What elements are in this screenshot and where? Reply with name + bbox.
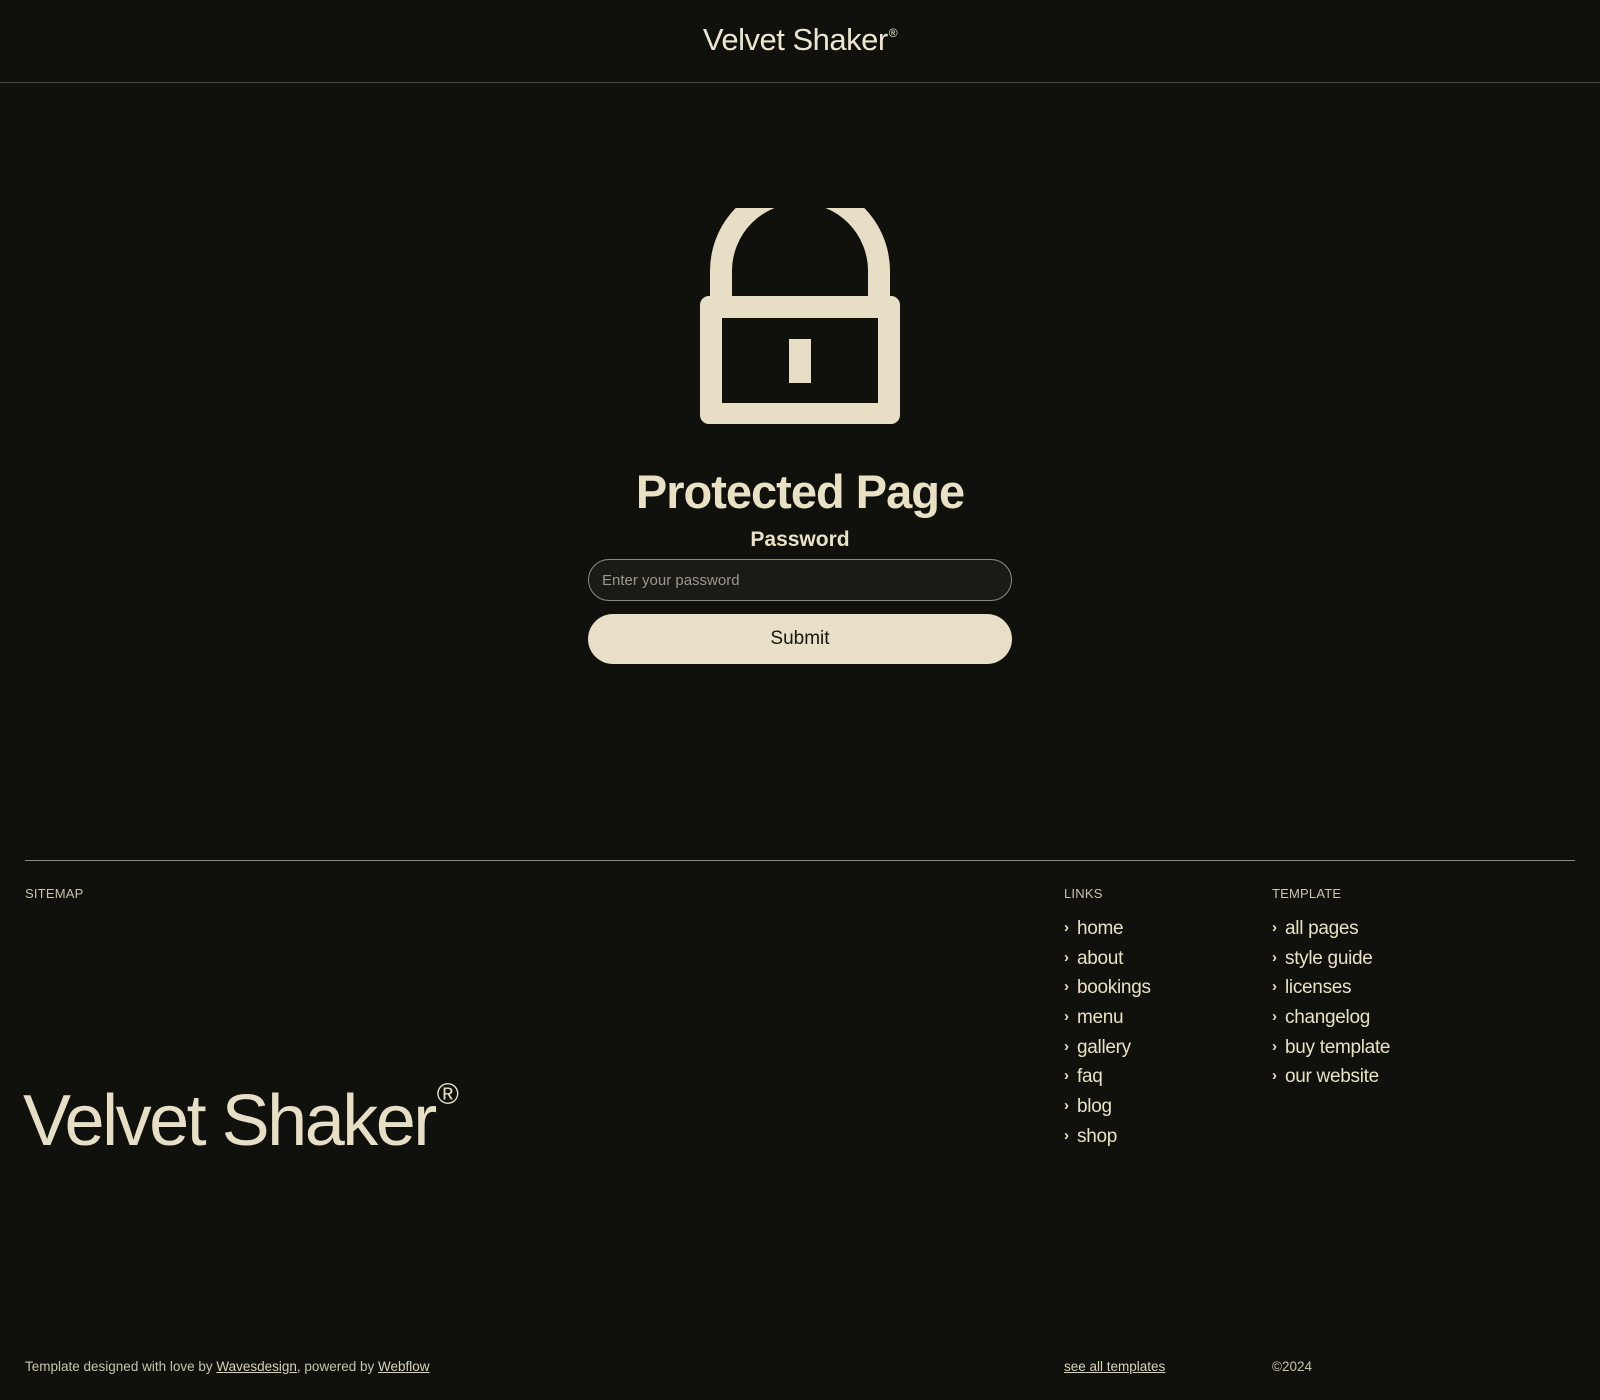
template-heading: TEMPLATE [1272, 886, 1342, 901]
template-link-label: style guide [1285, 947, 1373, 969]
chevron-right-icon: › [1064, 948, 1069, 966]
footer-registered-mark: ® [436, 1078, 459, 1111]
template-link-all-pages[interactable]: › all pages [1272, 917, 1390, 947]
footer-link-label: faq [1077, 1066, 1103, 1088]
footer-link-gallery[interactable]: › gallery [1064, 1036, 1151, 1066]
template-link-style-guide[interactable]: › style guide [1272, 947, 1390, 977]
chevron-right-icon: › [1064, 1097, 1069, 1115]
chevron-right-icon: › [1064, 919, 1069, 936]
password-input[interactable] [588, 559, 1012, 601]
wavesdesign-link[interactable]: Wavesdesign [216, 1359, 297, 1374]
template-link-buy-template[interactable]: › buy template [1272, 1036, 1390, 1066]
chevron-right-icon: › [1064, 1008, 1069, 1026]
footer-link-shop[interactable]: › shop [1064, 1125, 1151, 1155]
footer-brand-wordmark: Velvet Shaker® [23, 1078, 459, 1162]
header-brand-text: Velvet Shaker [702, 22, 888, 57]
chevron-right-icon: › [1064, 1126, 1069, 1144]
footer-template-list: › all pages › style guide › licenses › chang… [1272, 917, 1390, 1095]
template-link-label: changelog [1285, 1007, 1370, 1029]
sitemap-heading: SITEMAP [25, 886, 84, 901]
chevron-right-icon: › [1272, 978, 1277, 996]
site-header: Velvet Shaker® [0, 0, 1600, 83]
credits-prefix: Template designed with love by [25, 1359, 217, 1374]
webflow-link[interactable]: Webflow [378, 1359, 430, 1374]
header-registered-mark: ® [888, 26, 898, 40]
chevron-right-icon: › [1064, 1067, 1069, 1085]
chevron-right-icon: › [1064, 1037, 1069, 1055]
chevron-right-icon: › [1064, 978, 1069, 996]
footer-brand-text: Velvet Shaker [23, 1081, 437, 1161]
footer-link-label: bookings [1077, 977, 1151, 999]
copyright: ©2024 [1272, 1359, 1312, 1374]
chevron-right-icon: › [1272, 1037, 1277, 1055]
footer-link-bookings[interactable]: › bookings [1064, 976, 1151, 1006]
submit-button[interactable]: Submit [588, 614, 1012, 664]
template-link-label: our website [1285, 1066, 1379, 1088]
footer-link-home[interactable]: › home [1064, 917, 1151, 947]
template-link-label: buy template [1285, 1036, 1391, 1058]
credits-middle: , powered by [296, 1359, 378, 1374]
password-label: Password [750, 528, 850, 551]
footer-link-label: gallery [1077, 1036, 1131, 1058]
chevron-right-icon: › [1272, 1008, 1277, 1026]
template-link-licenses[interactable]: › licenses [1272, 976, 1390, 1006]
links-heading: LINKS [1064, 886, 1103, 901]
footer-divider [25, 860, 1575, 861]
chevron-right-icon: › [1272, 948, 1277, 966]
template-link-label: licenses [1285, 977, 1352, 999]
lock-icon [700, 208, 900, 424]
page-title: Protected Page [635, 465, 965, 518]
see-all-templates-wrapper: see all templates [1064, 1359, 1165, 1374]
footer-links-list: › home › about › bookings › menu › gallery › f… [1064, 917, 1151, 1155]
footer-link-label: about [1077, 947, 1124, 969]
footer-link-menu[interactable]: › menu [1064, 1006, 1151, 1036]
footer-link-blog[interactable]: › blog [1064, 1095, 1151, 1125]
footer-link-label: blog [1077, 1096, 1112, 1118]
footer-link-faq[interactable]: › faq [1064, 1065, 1151, 1095]
template-link-label: all pages [1285, 918, 1359, 939]
template-link-changelog[interactable]: › changelog [1272, 1006, 1390, 1036]
see-all-templates-link[interactable]: see all templates [1064, 1359, 1165, 1374]
footer-link-label: home [1077, 918, 1124, 939]
template-link-our-website[interactable]: › our website [1272, 1065, 1390, 1095]
footer-link-label: menu [1077, 1007, 1124, 1029]
footer-link-about[interactable]: › about [1064, 947, 1151, 977]
footer-credits: Template designed with love by Wavesdesi… [25, 1359, 430, 1374]
footer-link-label: shop [1077, 1125, 1118, 1147]
chevron-right-icon: › [1272, 919, 1277, 936]
chevron-right-icon: › [1272, 1067, 1277, 1085]
header-brand-link[interactable]: Velvet Shaker® [0, 22, 1600, 58]
